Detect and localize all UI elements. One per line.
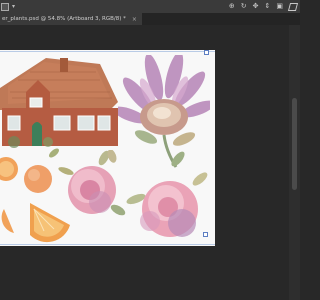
document-tab-bar: er_plants.psd @ 54.8% (Artboard 3, RGB/8… bbox=[0, 13, 300, 25]
pink-rose-small-illustration bbox=[68, 150, 126, 216]
tool-preset-swatch[interactable] bbox=[1, 2, 9, 11]
transform-handle-bottom-right[interactable] bbox=[203, 232, 208, 237]
options-bar: ▾ ⊕ ↻ ✥ ⇕ ▣ bbox=[0, 0, 300, 13]
slide-icon[interactable]: ⇕ bbox=[265, 3, 271, 10]
selection-edge-top bbox=[0, 51, 215, 52]
pan-icon[interactable]: ✥ bbox=[253, 3, 259, 10]
artboard-canvas[interactable] bbox=[0, 50, 215, 246]
options-left: ▾ bbox=[0, 2, 15, 11]
rotate-icon[interactable]: ↻ bbox=[241, 3, 247, 10]
crosshair-icon[interactable]: ⊕ bbox=[229, 3, 235, 10]
3d-box-icon[interactable] bbox=[287, 2, 299, 11]
protea-flower-illustration bbox=[118, 55, 210, 168]
scrollbar-thumb[interactable] bbox=[292, 98, 297, 190]
camera-icon[interactable]: ▣ bbox=[276, 3, 283, 10]
pink-rose-large-illustration bbox=[126, 172, 208, 237]
selection-edge-bottom bbox=[0, 244, 215, 245]
document-tab-title: er_plants.psd @ 54.8% (Artboard 3, RGB/8… bbox=[2, 16, 126, 22]
3d-mode-tools: ⊕ ↻ ✥ ⇕ ▣ bbox=[229, 2, 300, 11]
transform-handle-top-right[interactable] bbox=[204, 50, 209, 55]
close-icon[interactable]: × bbox=[132, 16, 137, 23]
document-tab[interactable]: er_plants.psd @ 54.8% (Artboard 3, RGB/8… bbox=[0, 13, 142, 25]
chevron-down-icon[interactable]: ▾ bbox=[12, 3, 15, 10]
